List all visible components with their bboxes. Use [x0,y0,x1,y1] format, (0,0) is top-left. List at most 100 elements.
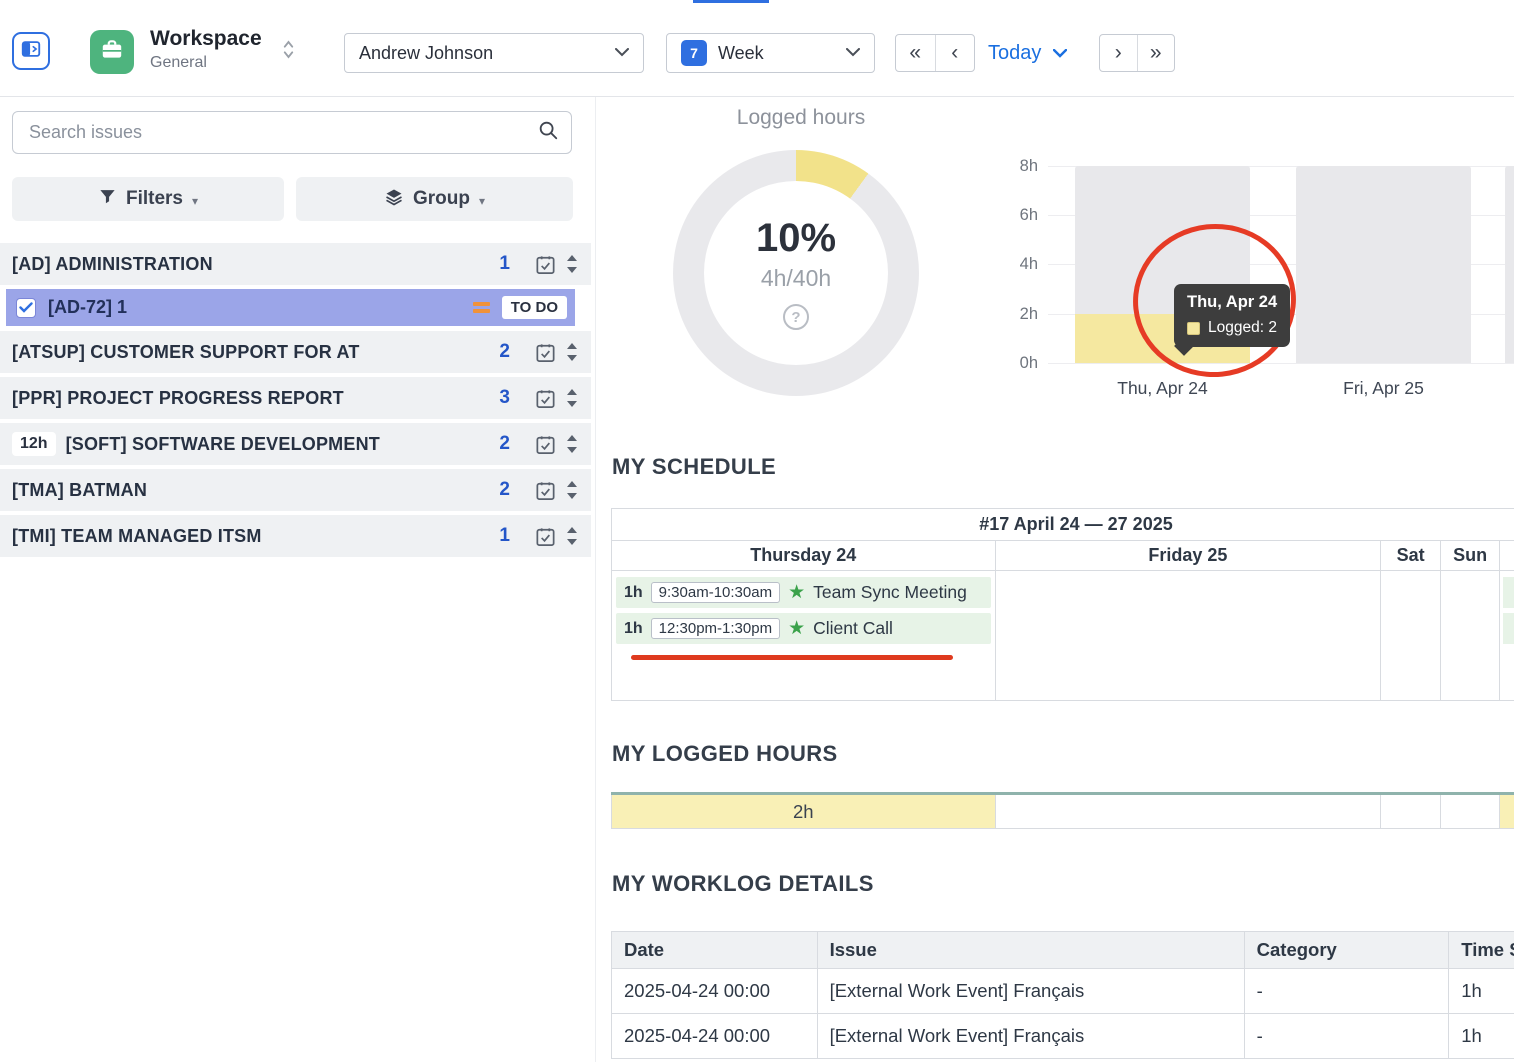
y-axis-tick: 2h [998,305,1038,324]
sort-arrows-icon[interactable] [563,341,581,363]
workspace-icon [90,30,134,74]
group-button[interactable]: Group ▾ [296,177,573,221]
group-label: Group [413,188,470,210]
project-count: 2 [499,479,510,501]
project-count: 2 [499,341,510,363]
worklog-category: - [1245,1014,1450,1058]
project-count: 1 [499,525,510,547]
issue-key-label: [AD-72] 1 [48,297,473,318]
worklog-date: 2025-04-24 00:00 [612,969,818,1013]
period-select[interactable]: 7 Week [666,33,875,73]
worklog-header-time-spent: Time Spent [1449,932,1514,968]
period-select-value: Week [718,43,846,64]
project-row-team-managed-itsm[interactable]: [TMI] TEAM MANAGED ITSM 1 [0,515,591,557]
calendar-check-icon[interactable] [534,387,557,410]
briefcase-icon [99,37,125,68]
workspace-switcher-button[interactable] [281,38,296,66]
event-team-sync-meeting[interactable]: 1h 9:30am-10:30am ★ Team Sync Meeting [616,577,991,608]
event-client-call[interactable]: 1h 12:30pm-1:30pm ★ Client Call [616,613,991,644]
star-icon: ★ [788,619,805,638]
sort-arrows-icon[interactable] [563,253,581,275]
worklog-header-date: Date [612,932,818,968]
today-dropdown-chevron-icon[interactable] [1053,49,1067,58]
sidebar-toggle-button[interactable] [12,32,50,70]
project-label: [AD] ADMINISTRATION [12,254,499,275]
project-label: [PPR] PROJECT PROGRESS REPORT [12,388,499,409]
status-badge: TO DO [502,296,567,319]
sort-arrows-icon[interactable] [563,479,581,501]
worklog-time-spent: 1h [1449,1014,1514,1058]
project-row-administration[interactable]: [AD] ADMINISTRATION 1 [0,243,591,285]
schedule-cell-thursday: 1h 9:30am-10:30am ★ Team Sync Meeting 1h… [612,571,996,700]
funnel-icon [98,187,117,211]
project-row-progress-report[interactable]: [PPR] PROJECT PROGRESS REPORT 3 [0,377,591,419]
worklog-header-issue: Issue [818,932,1245,968]
event-title: Team Sync Meeting [813,582,967,603]
project-count: 1 [499,253,510,275]
y-axis-tick: 4h [998,255,1038,274]
search-input[interactable] [29,122,537,143]
y-axis-tick: 8h [998,157,1038,176]
schedule-body-row: 1h 9:30am-10:30am ★ Team Sync Meeting 1h… [611,571,1514,701]
issue-row-selected[interactable]: [AD-72] 1 TO DO [6,289,575,326]
search-issues-box [12,111,572,154]
project-row-software-development[interactable]: 12h [SOFT] SOFTWARE DEVELOPMENT 2 [0,423,591,465]
project-label: [TMI] TEAM MANAGED ITSM [12,526,499,547]
chevron-down-icon [846,44,860,62]
layers-icon [384,187,404,212]
calendar-check-icon[interactable] [534,341,557,364]
nav-forward-group: › » [1099,34,1175,72]
x-axis-label-friday: Fri, Apr 25 [1296,378,1471,399]
event-stub [1503,577,1514,608]
prev-page-button[interactable]: ‹ [935,35,975,71]
help-icon[interactable]: ? [783,304,809,330]
schedule-day-header-row: Thursday 24 Friday 25 Sat Sun [611,541,1514,571]
priority-medium-icon [473,302,490,313]
worklog-row: 2025-04-24 00:00 [External Work Event] F… [611,1014,1514,1059]
event-time-chip: 9:30am-10:30am [651,582,780,603]
worklog-header-row: Date Issue Category Time Spent [611,931,1514,969]
donut-center: 10% 4h/40h ? [704,181,888,365]
logged-cell-saturday [1381,795,1441,829]
worklog-time-spent: 1h [1449,969,1514,1013]
day-header-sunday: Sun [1441,541,1500,571]
project-list: [AD] ADMINISTRATION 1 [AD-72] 1 TO DO [A… [0,243,591,561]
next-page-button[interactable]: › [1100,35,1137,71]
day-header-friday: Friday 25 [996,541,1382,571]
project-count: 3 [499,387,510,409]
calendar-check-icon[interactable] [534,433,557,456]
sort-arrows-icon[interactable] [563,433,581,455]
filters-button[interactable]: Filters ▾ [12,177,284,221]
nav-back-group: « ‹ [895,34,975,72]
user-select[interactable]: Andrew Johnson [344,33,644,73]
worklog-row: 2025-04-24 00:00 [External Work Event] F… [611,969,1514,1014]
logged-cell-partial [1500,795,1514,829]
calendar-check-icon[interactable] [534,479,557,502]
today-button[interactable]: Today [988,42,1041,65]
y-axis-tick: 0h [998,354,1038,373]
gridline [1048,363,1514,364]
project-label: [SOFT] SOFTWARE DEVELOPMENT [66,434,500,455]
calendar-week-icon: 7 [681,40,707,66]
event-duration: 1h [624,584,643,602]
first-page-button[interactable]: « [896,35,935,71]
last-page-button[interactable]: » [1137,35,1175,71]
issue-checkbox[interactable] [16,298,36,318]
filters-label: Filters [126,188,183,210]
red-annotation-underline [631,655,953,660]
calendar-check-icon[interactable] [534,525,557,548]
calendar-check-icon[interactable] [534,253,557,276]
sort-arrows-icon[interactable] [563,387,581,409]
bar-scheduled-friday [1296,166,1471,363]
logged-cell-friday [996,795,1382,829]
caret-down-icon: ▾ [479,194,485,208]
top-header: Workspace General Andrew Johnson 7 Week … [0,0,1514,97]
tooltip-title: Thu, Apr 24 [1187,293,1277,312]
project-row-customer-support[interactable]: [ATSUP] CUSTOMER SUPPORT FOR AT 2 [0,331,591,373]
search-icon[interactable] [537,119,559,146]
workspace-subtitle: General [150,54,207,72]
sort-arrows-icon[interactable] [563,525,581,547]
my-worklog-details-heading: MY WORKLOG DETAILS [612,871,874,897]
project-row-batman[interactable]: [TMA] BATMAN 2 [0,469,591,511]
chevron-down-icon [615,44,629,62]
